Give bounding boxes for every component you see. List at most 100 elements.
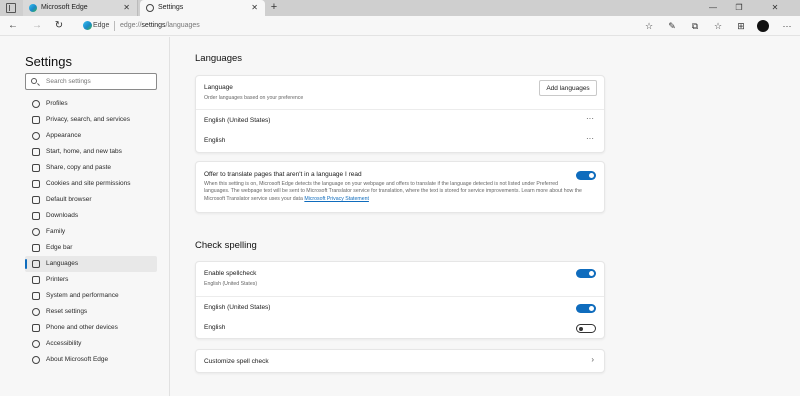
sidebar-item-accessibility[interactable]: Accessibility — [25, 336, 157, 352]
tab-actions-icon[interactable] — [6, 3, 16, 13]
language-row: English ··· — [196, 131, 604, 153]
sidebar-item-appearance[interactable]: Appearance — [25, 128, 157, 144]
enable-spellcheck-title: Enable spellcheck — [204, 270, 257, 277]
sidebar-item-default-browser[interactable]: Default browser — [25, 192, 157, 208]
extensions-icon[interactable]: ⧉ — [688, 19, 702, 33]
spelling-section: Enable spellcheck English (United States… — [195, 261, 605, 376]
favorites-icon[interactable]: ☆ — [711, 19, 725, 33]
more-options-icon[interactable]: ··· — [586, 114, 594, 123]
profile-icon — [32, 100, 40, 108]
search-icon — [31, 78, 37, 84]
pen-icon[interactable]: ✎ — [665, 19, 679, 33]
tab-title: Microsoft Edge — [41, 4, 88, 11]
tab-close-icon[interactable]: ✕ — [251, 0, 258, 16]
edge-logo-icon — [83, 21, 92, 30]
minimize-button[interactable]: — — [705, 0, 721, 16]
collections-icon[interactable]: ⊞ — [734, 19, 748, 33]
system-icon — [32, 292, 40, 300]
sidebar-item-reset[interactable]: Reset settings — [25, 304, 157, 320]
download-icon — [32, 212, 40, 220]
share-icon — [32, 164, 40, 172]
more-icon[interactable]: ··· — [780, 19, 794, 33]
site-label: Edge — [93, 22, 110, 29]
languages-card: Language Order languages based on your p… — [195, 75, 605, 153]
edge-bar-icon — [32, 244, 40, 252]
translate-title: Offer to translate pages that aren't in … — [204, 171, 362, 178]
add-languages-button[interactable]: Add languages — [539, 80, 597, 96]
spell-language-row: English — [196, 318, 604, 340]
spell-language-row: English (United States) — [196, 296, 604, 318]
spellcheck-card: Enable spellcheck English (United States… — [195, 261, 605, 339]
translate-toggle[interactable] — [576, 171, 596, 180]
language-label: English — [204, 137, 226, 144]
restore-button[interactable]: ❐ — [731, 0, 747, 16]
sidebar-item-downloads[interactable]: Downloads — [25, 208, 157, 224]
customize-spellcheck-row[interactable]: Customize spell check › — [195, 349, 605, 373]
translate-card: Offer to translate pages that aren't in … — [195, 161, 605, 213]
forward-arrow-icon[interactable]: → — [30, 19, 44, 33]
sidebar-item-languages[interactable]: Languages — [25, 256, 157, 272]
sidebar-item-profiles[interactable]: Profiles — [25, 96, 157, 112]
enable-spellcheck-toggle[interactable] — [576, 269, 596, 278]
tab-close-icon[interactable]: ✕ — [123, 0, 130, 16]
family-icon — [32, 228, 40, 236]
sidebar-item-cookies[interactable]: Cookies and site permissions — [25, 176, 157, 192]
edge-logo-icon — [29, 4, 37, 12]
tab-title: Settings — [158, 4, 184, 11]
enable-spellcheck-row: Enable spellcheck English (United States… — [196, 262, 604, 294]
phone-icon — [32, 324, 40, 332]
read-aloud-icon[interactable]: ☆ — [642, 19, 656, 33]
sidebar-item-phone[interactable]: Phone and other devices — [25, 320, 157, 336]
lock-icon — [32, 116, 40, 124]
url-text[interactable]: edge://settings/languages — [120, 18, 200, 34]
sidebar-item-privacy[interactable]: Privacy, search, and services — [25, 112, 157, 128]
tab-microsoft-edge[interactable]: Microsoft Edge ✕ — [23, 0, 138, 16]
reset-icon — [32, 308, 40, 316]
customize-spellcheck-label: Customize spell check — [204, 358, 269, 365]
appearance-icon — [32, 132, 40, 140]
omnibox[interactable]: Edge edge://settings/languages — [78, 18, 658, 34]
window-close-button[interactable]: ✕ — [767, 0, 783, 16]
search-box[interactable] — [25, 73, 157, 90]
languages-heading: Languages — [195, 53, 243, 64]
spell-language-toggle[interactable] — [576, 324, 596, 333]
accessibility-icon — [32, 340, 40, 348]
sidebar-item-family[interactable]: Family — [25, 224, 157, 240]
privacy-statement-link[interactable]: Microsoft Privacy Statement — [304, 196, 369, 202]
language-label: English (United States) — [204, 117, 271, 124]
spell-language-label: English — [204, 324, 226, 331]
translate-description: When this setting is on, Microsoft Edge … — [204, 181, 582, 202]
divider — [114, 21, 115, 31]
sidebar-item-share[interactable]: Share, copy and paste — [25, 160, 157, 176]
sidebar-item-start-home[interactable]: Start, home, and new tabs — [25, 144, 157, 160]
sidebar-nav: Profiles Privacy, search, and services A… — [25, 96, 157, 368]
settings-page: Settings Profiles Privacy, search, and s… — [0, 37, 800, 396]
sidebar-item-edge-bar[interactable]: Edge bar — [25, 240, 157, 256]
new-tab-button[interactable]: + — [268, 0, 280, 16]
spell-language-toggle[interactable] — [576, 304, 596, 313]
tab-strip: Microsoft Edge ✕ Settings ✕ + — ❐ ✕ — [0, 0, 800, 16]
search-input[interactable] — [46, 76, 151, 87]
language-header-row: Language Order languages based on your p… — [196, 76, 604, 108]
chevron-right-icon: › — [591, 355, 594, 364]
more-options-icon[interactable]: ··· — [586, 134, 594, 143]
language-subtitle: Order languages based on your preference — [204, 95, 304, 101]
cookie-icon — [32, 180, 40, 188]
language-row: English (United States) ··· — [196, 109, 604, 131]
spell-language-label: English (United States) — [204, 304, 271, 311]
avatar[interactable] — [757, 20, 769, 32]
address-bar: ← → ↻ Edge edge://settings/languages ☆ ✎… — [0, 16, 800, 36]
back-arrow-icon[interactable]: ← — [6, 19, 20, 33]
edge-logo-icon — [32, 356, 40, 364]
enable-spellcheck-subtitle: English (United States) — [204, 281, 258, 287]
tab-settings[interactable]: Settings ✕ — [140, 0, 265, 16]
sidebar-item-printers[interactable]: Printers — [25, 272, 157, 288]
gear-icon — [146, 4, 154, 12]
printer-icon — [32, 276, 40, 284]
refresh-icon[interactable]: ↻ — [52, 19, 66, 33]
sidebar-title: Settings — [25, 54, 72, 69]
check-spelling-heading: Check spelling — [195, 240, 257, 251]
sidebar-item-system[interactable]: System and performance — [25, 288, 157, 304]
sidebar-item-about[interactable]: About Microsoft Edge — [25, 352, 157, 368]
language-title: Language — [204, 84, 233, 91]
